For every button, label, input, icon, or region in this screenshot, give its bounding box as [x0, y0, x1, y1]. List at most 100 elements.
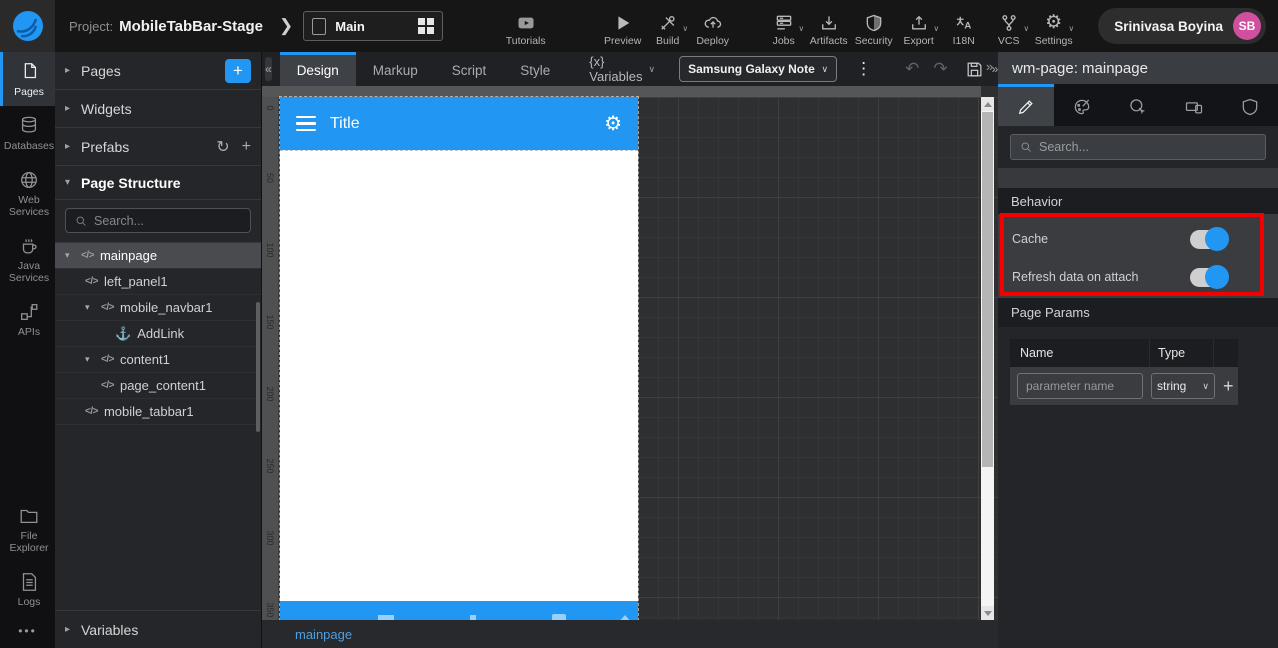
section-behavior[interactable]: Behavior	[998, 188, 1278, 214]
artifacts-button[interactable]: Artifacts	[806, 6, 851, 47]
explorer-scrollbar[interactable]	[256, 302, 260, 432]
caret-down-icon[interactable]: ▾	[85, 354, 95, 365]
security-button[interactable]: Security	[851, 6, 896, 47]
export-button[interactable]: ∨ Export	[896, 6, 941, 47]
breadcrumb-chevron-icon: ❯	[278, 16, 294, 35]
preview-button[interactable]: Preview	[600, 6, 645, 47]
deploy-icon	[703, 13, 723, 33]
canvas-scrollbar[interactable]	[981, 97, 994, 620]
action-label: Settings	[1034, 34, 1073, 47]
section-pages[interactable]: ▸ Pages +	[55, 52, 261, 90]
sidebar-item-apis[interactable]: APIs	[0, 292, 55, 346]
device-selector[interactable]: Samsung Galaxy Note III ∨	[679, 56, 838, 82]
page-selector[interactable]: Main	[303, 11, 444, 41]
refresh-prefabs-icon[interactable]: ↻	[216, 137, 229, 157]
scroll-up-button[interactable]	[981, 97, 994, 111]
search-input[interactable]	[1010, 134, 1266, 160]
cache-toggle[interactable]	[1190, 227, 1229, 251]
scrollbar-thumb[interactable]	[982, 112, 993, 467]
deploy-button[interactable]: Deploy	[690, 6, 735, 47]
user-menu[interactable]: Srinivasa Boyina SB	[1098, 8, 1266, 44]
tab-style[interactable]: Style	[503, 52, 567, 86]
variables-dropdown[interactable]: {x} Variables ∨	[589, 54, 655, 84]
more-options-button[interactable]: •••	[0, 616, 55, 648]
refresh-data-toggle[interactable]	[1190, 265, 1229, 289]
section-prefabs[interactable]: ▸ Prefabs ↻ +	[55, 128, 261, 166]
mobile-navbar-widget[interactable]: Title ⚙	[280, 97, 638, 150]
tutorials-button[interactable]: Tutorials	[503, 6, 548, 47]
tree-item-label: mobile_tabbar1	[103, 404, 194, 419]
collapse-left-panel-button[interactable]: «	[265, 57, 272, 81]
tree-item-mobile-tabbar1[interactable]: </> mobile_tabbar1	[55, 399, 261, 425]
tab-events[interactable]	[1110, 84, 1166, 126]
tab-design[interactable]: Design	[279, 52, 356, 86]
sidebar-item-label: Databases	[3, 140, 55, 153]
page-content-widget[interactable]	[280, 150, 638, 601]
search-input[interactable]	[65, 208, 251, 233]
section-variables[interactable]: ▸ Variables	[55, 610, 261, 648]
sidebar-item-java-services[interactable]: Java Services	[0, 226, 55, 292]
caret-down-icon[interactable]: ▾	[65, 250, 75, 261]
settings-button[interactable]: ⚙ ∨ Settings	[1031, 6, 1076, 47]
open-files-bar: mainpage	[262, 620, 998, 648]
explorer-panel: ▸ Pages + ▸ Widgets ▸ Prefabs ↻ + ▾ Page…	[55, 52, 262, 648]
navbar-gear-icon[interactable]: ⚙	[604, 111, 622, 136]
tab-properties[interactable]	[998, 84, 1054, 126]
sidebar-item-pages[interactable]: Pages	[0, 52, 55, 107]
hamburger-menu-icon[interactable]	[296, 115, 316, 132]
section-page-params[interactable]: Page Params	[998, 298, 1278, 327]
page-structure-search	[55, 200, 261, 243]
sidebar-item-web-services[interactable]: Web Services	[0, 160, 55, 226]
param-type-select[interactable]: string ∨	[1151, 373, 1215, 399]
add-param-button[interactable]: +	[1223, 376, 1234, 397]
settings-gear-icon: ⚙	[1045, 11, 1063, 33]
column-header-name: Name	[1010, 339, 1150, 367]
undo-button[interactable]: ↶	[905, 59, 919, 79]
tab-script[interactable]: Script	[435, 52, 504, 86]
scroll-down-button[interactable]	[981, 606, 994, 620]
ruler-tick: 0	[265, 105, 275, 111]
redo-button[interactable]: ↷	[933, 59, 947, 79]
design-canvas[interactable]: 0 50 100 150 200 250 300 350 Title ⚙	[262, 86, 998, 620]
tree-item-left-panel1[interactable]: </> left_panel1	[55, 269, 261, 295]
tree-item-page-content1[interactable]: </> page_content1	[55, 373, 261, 399]
i18n-button[interactable]: A I18N	[941, 6, 986, 47]
tree-item-label: content1	[119, 352, 170, 367]
add-page-button[interactable]: +	[225, 58, 251, 83]
tab-markup[interactable]: Markup	[356, 52, 435, 86]
activity-spacer	[0, 346, 55, 495]
param-name-input[interactable]	[1017, 373, 1143, 399]
app-logo[interactable]	[0, 0, 55, 52]
tree-item-addlink[interactable]: ⚓ AddLink	[55, 321, 261, 347]
tree-item-mobile-navbar1[interactable]: ▾ </> mobile_navbar1	[55, 295, 261, 321]
sidebar-item-logs[interactable]: Logs	[0, 562, 55, 616]
tab-styles[interactable]	[1054, 84, 1110, 126]
tab-devices[interactable]	[1166, 84, 1222, 126]
property-row-refresh-data: Refresh data on attach	[998, 258, 1278, 296]
open-file-tab-mainpage[interactable]: mainpage	[295, 627, 352, 642]
expand-inspector-button[interactable]: »	[986, 59, 993, 74]
build-button[interactable]: ∨ Build	[645, 6, 690, 47]
device-preview[interactable]: Title ⚙	[279, 96, 639, 620]
jobs-button[interactable]: ∨ Jobs	[761, 6, 806, 47]
mobile-tabbar-widget[interactable]	[280, 601, 638, 620]
tree-item-mainpage[interactable]: ▾ </> mainpage	[55, 243, 261, 269]
more-actions-button[interactable]: ⋮	[855, 59, 872, 79]
sidebar-item-label: Web Services	[8, 194, 50, 219]
action-label: Export	[903, 34, 934, 47]
pages-icon	[24, 63, 37, 79]
add-prefab-icon[interactable]: +	[242, 138, 251, 156]
page-grid-icon[interactable]	[418, 18, 435, 34]
save-button[interactable]	[965, 60, 984, 79]
section-widgets[interactable]: ▸ Widgets	[55, 90, 261, 128]
behavior-rows: Cache Refresh data on attach	[998, 214, 1278, 298]
chevron-down-icon: ∨	[821, 63, 829, 74]
tree-item-content1[interactable]: ▾ </> content1	[55, 347, 261, 373]
section-page-structure[interactable]: ▾ Page Structure	[55, 166, 261, 200]
vcs-button[interactable]: ∨ VCS	[986, 6, 1031, 47]
sidebar-item-file-explorer[interactable]: File Explorer	[0, 496, 55, 562]
tab-security[interactable]	[1222, 84, 1278, 126]
tutorials-icon	[516, 13, 536, 33]
sidebar-item-databases[interactable]: Databases	[0, 106, 55, 160]
caret-down-icon[interactable]: ▾	[85, 302, 95, 313]
